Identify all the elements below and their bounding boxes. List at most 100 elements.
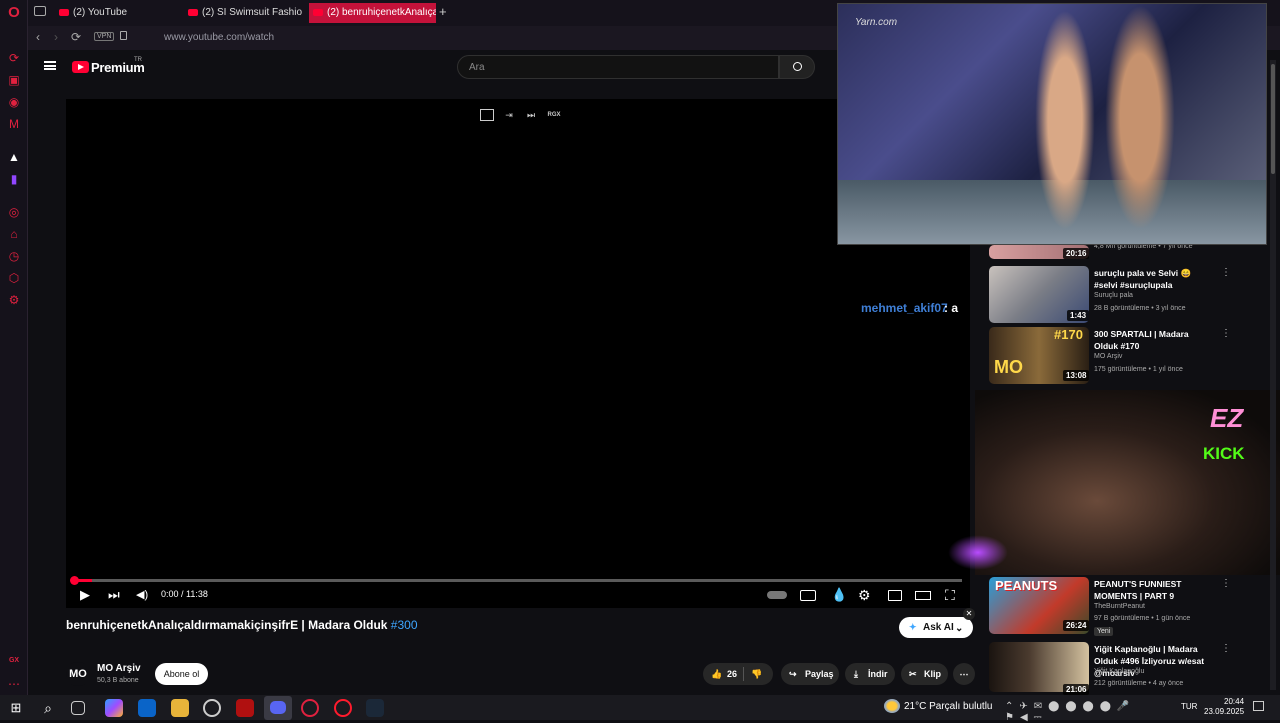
rec-title[interactable]: 300 SPARTALI | Madara Olduk #170	[1094, 328, 1214, 352]
weather-icon[interactable]	[884, 699, 900, 713]
player-icon[interactable]: ◎	[6, 204, 22, 220]
settings-gear-icon[interactable]: ⚙	[858, 587, 871, 603]
ez-overlay-text: EZ	[1210, 403, 1244, 433]
new-badge: Yeni	[1094, 627, 1114, 636]
rec-title[interactable]: suruçlu pala ve Selvi 😄 #selvi #suruçlup…	[1094, 267, 1214, 291]
thumb-text: #170	[1054, 327, 1083, 342]
tab-label: (2) benruhiçenetkAnalıçal	[327, 7, 436, 18]
rec-title[interactable]: PEANUT'S FUNNIEST MOMENTS | PART 9	[1094, 578, 1214, 602]
download-button[interactable]: ⤓ İndir	[845, 663, 895, 685]
opera-gx-icon[interactable]	[301, 699, 319, 717]
like-count[interactable]: 26	[727, 663, 737, 685]
more-actions-button[interactable]: ⋯	[953, 663, 975, 685]
weather-text[interactable]: 21°C Parçalı bulutlu	[904, 701, 993, 712]
input-language[interactable]: TUR	[1181, 702, 1197, 711]
rec-channel[interactable]: Suruçlu pala	[1094, 292, 1133, 299]
kebab-menu-icon[interactable]: ⋮	[1221, 578, 1231, 589]
task-view-icon[interactable]	[71, 701, 85, 715]
kebab-menu-icon[interactable]: ⋮	[1221, 643, 1231, 654]
rec-channel[interactable]: Yiğit Kaplanoğlu	[1094, 668, 1144, 675]
aria-icon[interactable]: ▲	[6, 149, 22, 165]
kebab-menu-icon[interactable]: ⋮	[1221, 328, 1231, 339]
tab-si-swimsuit[interactable]: (2) SI Swimsuit Fashion S	[184, 3, 302, 23]
channel-name[interactable]: MO Arşiv	[97, 663, 141, 674]
windows-start-icon[interactable]: ⊞	[7, 699, 25, 717]
file-explorer-icon[interactable]	[171, 699, 189, 717]
steam-icon[interactable]	[366, 699, 384, 717]
clip-button[interactable]: ✂ Klip	[901, 663, 948, 685]
purple-glow	[948, 535, 1008, 570]
rec-channel[interactable]: TheBurntPeanut	[1094, 603, 1145, 610]
subtitles-icon[interactable]	[800, 590, 816, 601]
chevron-down-icon: ⌄	[955, 623, 964, 634]
avatar[interactable]: MO	[66, 662, 90, 686]
progress-bar[interactable]	[74, 579, 962, 582]
reload-icon[interactable]: ⟳	[71, 30, 81, 44]
system-tray-icons[interactable]: ⌃✈✉⬤⬤⬤⬤🎤⚑◀⎓	[1005, 701, 1175, 723]
next-icon[interactable]: ⏭	[108, 587, 120, 603]
obs-icon[interactable]	[203, 699, 221, 717]
twitch-icon[interactable]: ▮	[6, 171, 22, 187]
rec-channel[interactable]: MO Arşiv	[1094, 353, 1122, 360]
search-button[interactable]	[779, 55, 815, 79]
voice-changer-icon[interactable]	[236, 699, 254, 717]
opera-logo-icon[interactable]: O	[6, 5, 22, 21]
clock-date: 23.09.2025	[1204, 707, 1245, 716]
ask-ai-button[interactable]: ✦ Ask AI ⌄	[899, 617, 973, 638]
miniplayer-icon[interactable]	[888, 590, 902, 601]
tab-active-video[interactable]: (2) benruhiçenetkAnalıçal	[309, 3, 436, 23]
more-icon[interactable]: ⋯	[6, 676, 22, 692]
pin-icon[interactable]: ⌂	[6, 226, 22, 242]
clock[interactable]: 20:44 23.09.2025	[1204, 697, 1244, 717]
volume-icon[interactable]: ◀)	[136, 587, 148, 603]
notifications-icon[interactable]	[1253, 701, 1264, 711]
search-input[interactable]: Ara	[457, 55, 779, 79]
dislike-icon[interactable]: 👎	[751, 663, 762, 685]
forward-icon[interactable]: ›	[54, 30, 58, 44]
detach-icon[interactable]: ⇥	[502, 109, 516, 121]
share-button[interactable]: ↪ Paylaş	[781, 663, 839, 685]
autoplay-toggle[interactable]	[767, 591, 787, 599]
video-title: benruhiçenetkAnalıçaldırmamakiçinşifrE |…	[66, 618, 418, 632]
scrubber-handle[interactable]	[70, 576, 79, 585]
discord-taskbar-active[interactable]	[264, 696, 292, 720]
next-video-icon[interactable]: ⏭	[524, 109, 538, 121]
back-icon[interactable]: ‹	[36, 30, 40, 44]
search-icon[interactable]: ⌕	[39, 699, 57, 717]
extensions-icon[interactable]: ⬡	[6, 270, 22, 286]
play-icon[interactable]: ▶	[80, 587, 90, 603]
tab-switcher-icon[interactable]	[34, 6, 46, 16]
tab-youtube[interactable]: (2) YouTube	[55, 3, 180, 23]
video-player[interactable]	[66, 99, 970, 608]
copilot-icon[interactable]	[105, 699, 123, 717]
bag-icon[interactable]: ▣	[6, 72, 22, 88]
close-icon[interactable]: ✕	[963, 608, 975, 620]
vpn-badge[interactable]: VPN	[94, 32, 115, 41]
search-icon	[793, 62, 802, 71]
fullscreen-icon[interactable]: ⛶	[945, 587, 955, 603]
like-icon[interactable]: 👍	[711, 663, 722, 685]
refresh-icon[interactable]: ⟳	[6, 50, 22, 66]
mail-icon[interactable]: M	[6, 116, 22, 132]
video-hashtag[interactable]: #300	[391, 618, 418, 632]
subscribe-button[interactable]: Abone ol	[155, 663, 208, 685]
youtube-icon	[188, 9, 198, 16]
new-tab-icon[interactable]: +	[439, 4, 447, 19]
settings-icon[interactable]: ⚙	[6, 292, 22, 308]
menu-icon[interactable]	[44, 61, 56, 70]
youtube-icon	[59, 9, 69, 16]
scrollbar-thumb[interactable]	[1271, 64, 1275, 174]
ambient-icon[interactable]: 💧	[831, 587, 847, 603]
pip-toggle-icon[interactable]	[480, 109, 494, 121]
history-icon[interactable]: ◷	[6, 248, 22, 264]
messenger-icon[interactable]: ◉	[6, 94, 22, 110]
rgx-badge[interactable]: RGX	[545, 109, 563, 121]
outlook-icon[interactable]	[138, 699, 156, 717]
gx-label[interactable]: GX	[6, 653, 22, 669]
url-field[interactable]: www.youtube.com/watch	[164, 32, 274, 43]
theater-mode-icon[interactable]	[915, 591, 931, 600]
kebab-menu-icon[interactable]: ⋮	[1221, 267, 1231, 278]
subscriber-count: 50,3 B abone	[97, 677, 139, 684]
opera-icon[interactable]	[334, 699, 352, 717]
lock-icon[interactable]	[120, 31, 127, 40]
